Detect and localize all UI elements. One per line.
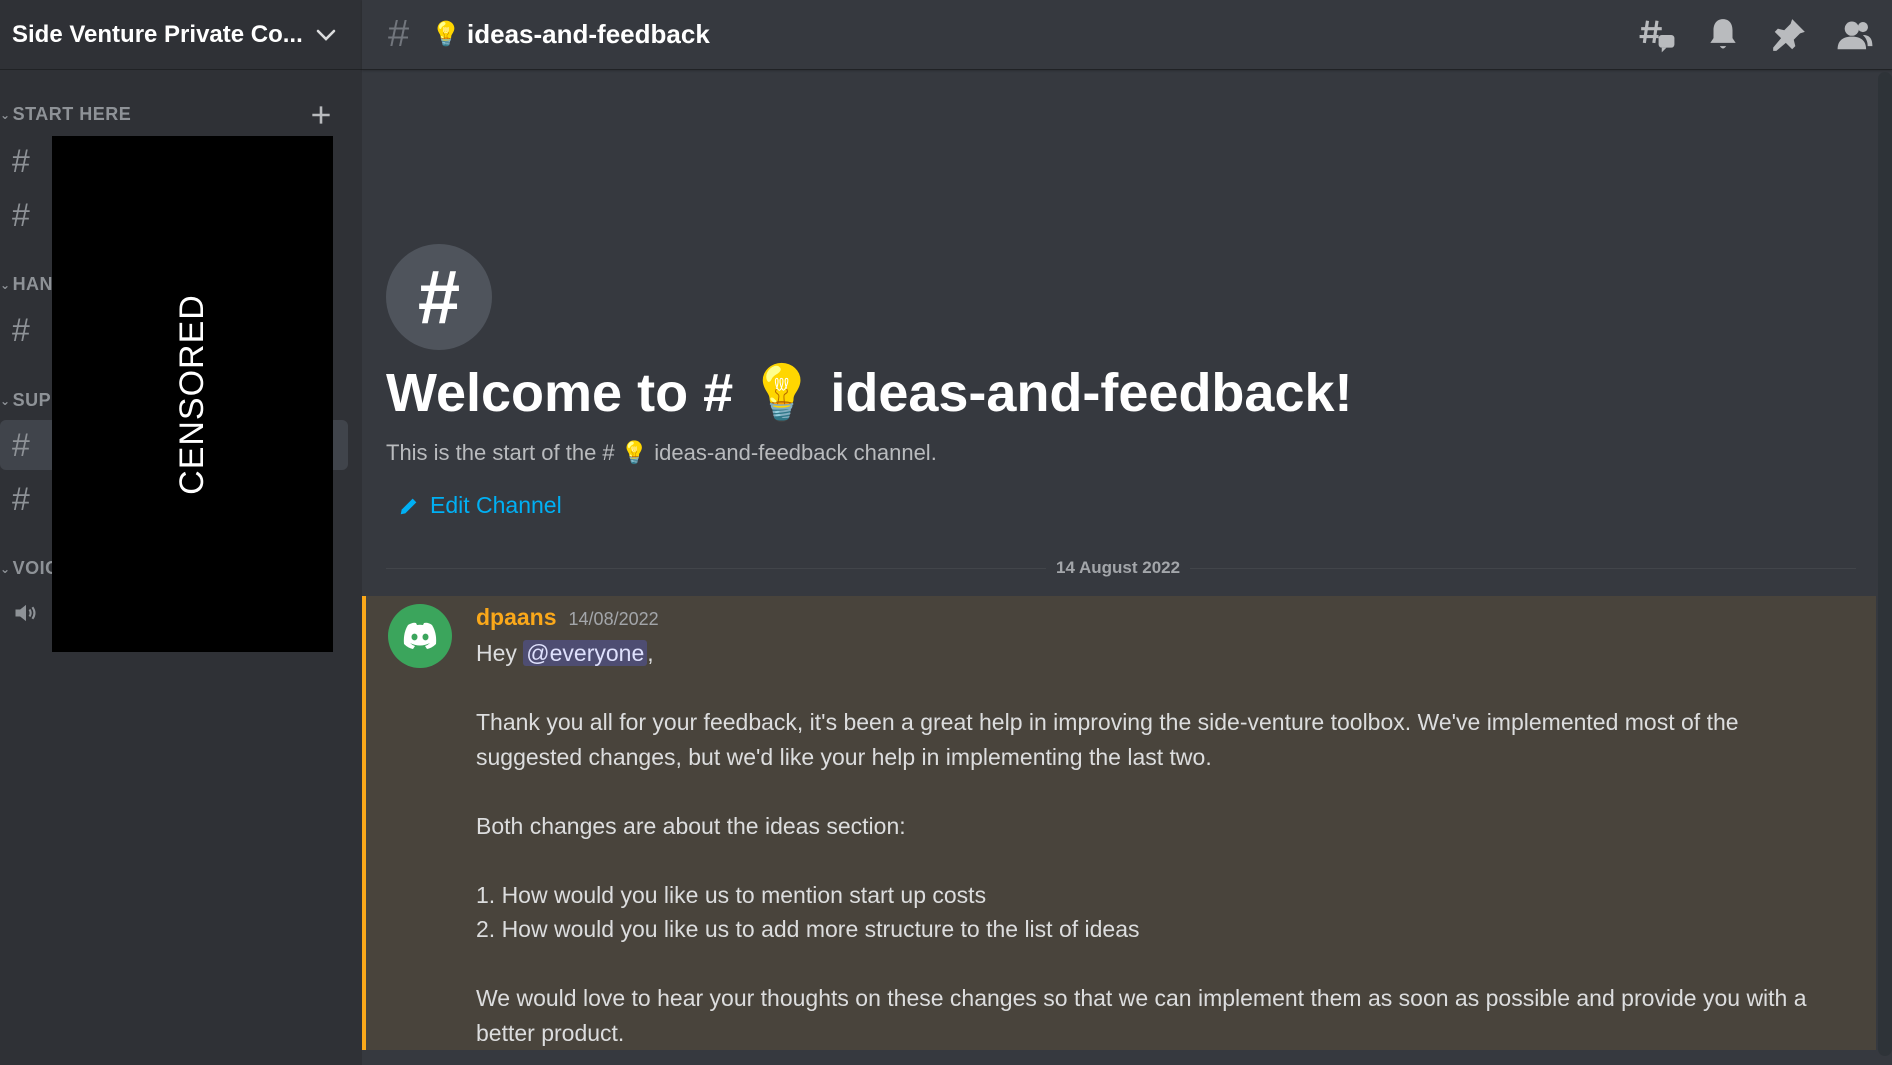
greeting-prefix: Hey (476, 640, 524, 666)
message-content: Hey @everyone, Thank you all for your fe… (476, 636, 1816, 1050)
message-paragraph: We would love to hear your thoughts on t… (476, 985, 1807, 1046)
header-toolbar (1638, 16, 1874, 54)
hash-icon: # (12, 311, 30, 348)
channel-sidebar: Side Venture Private Co... ⌄ START HERE … (0, 0, 362, 1065)
message-greeting: Hey @everyone, (476, 636, 1816, 671)
edit-channel-link[interactable]: Edit Channel (398, 492, 562, 519)
discord-logo-icon (403, 622, 437, 649)
greeting-suffix: , (647, 640, 654, 666)
message-paragraph: Thank you all for your feedback, it's be… (476, 709, 1739, 770)
pencil-icon (400, 498, 417, 514)
hash-icon: # (12, 196, 30, 233)
everyone-mention[interactable]: @everyone (523, 640, 648, 666)
avatar[interactable] (388, 604, 452, 668)
category-han[interactable]: ⌄ HAN (0, 274, 53, 295)
threads-icon[interactable] (1638, 16, 1676, 54)
welcome-title: Welcome to # 💡 ideas-and-feedback! (386, 363, 1353, 423)
scrollbar[interactable] (1878, 72, 1892, 1056)
category-start-here[interactable]: ⌄ START HERE (0, 104, 131, 125)
welcome-subtitle: This is the start of the # 💡 ideas-and-f… (386, 440, 937, 465)
channel-emoji: 💡 (431, 21, 462, 48)
message-list-item: 1. How would you like us to mention star… (476, 881, 987, 908)
edit-channel-label: Edit Channel (430, 492, 562, 518)
caret-icon: ⌄ (0, 277, 11, 292)
author-name[interactable]: dpaans (476, 604, 557, 631)
category-voic[interactable]: ⌄ VOIC (0, 558, 59, 579)
category-supi[interactable]: ⌄ SUPI (0, 390, 57, 411)
censored-label: CENSORED (172, 293, 211, 495)
hash-icon: # (388, 13, 410, 55)
category-label: START HERE (12, 104, 132, 124)
censored-overlay: CENSORED (52, 136, 333, 652)
bell-icon[interactable] (1704, 16, 1742, 54)
date-divider-label: 14 August 2022 (1046, 558, 1191, 578)
message-timestamp: 14/08/2022 (568, 609, 659, 629)
discord-window: Side Venture Private Co... ⌄ START HERE … (0, 0, 1892, 1065)
message-paragraph: Both changes are about the ideas section… (476, 812, 906, 839)
server-name: Side Venture Private Co... (12, 20, 303, 48)
chat-area: # 💡 ideas-and-feedback # Welcome to # 💡 … (362, 0, 1892, 1065)
caret-icon: ⌄ (0, 393, 11, 408)
category-label: SUPI (12, 390, 57, 410)
pin-icon[interactable] (1770, 16, 1808, 54)
chevron-down-icon[interactable] (314, 23, 338, 47)
channel-hash-badge: # (386, 244, 492, 350)
message-header: dpaans 14/08/2022 (476, 604, 659, 631)
add-channel-icon[interactable] (308, 102, 334, 128)
hash-icon: # (12, 426, 30, 463)
hash-icon: # (12, 480, 30, 517)
member-list-icon[interactable] (1836, 16, 1874, 54)
hash-icon: # (12, 142, 30, 179)
speaker-icon (15, 604, 36, 622)
channel-header: # 💡 ideas-and-feedback (362, 0, 1892, 70)
caret-icon: ⌄ (0, 107, 11, 122)
message-list-item: 2. How would you like us to add more str… (476, 916, 1140, 942)
server-header[interactable]: Side Venture Private Co... (0, 0, 362, 70)
caret-icon: ⌄ (0, 561, 11, 576)
message-item[interactable]: dpaans 14/08/2022 Hey @everyone, Thank y… (362, 596, 1876, 1050)
category-label: HAN (12, 274, 54, 294)
channel-name: ideas-and-feedback (467, 19, 710, 49)
